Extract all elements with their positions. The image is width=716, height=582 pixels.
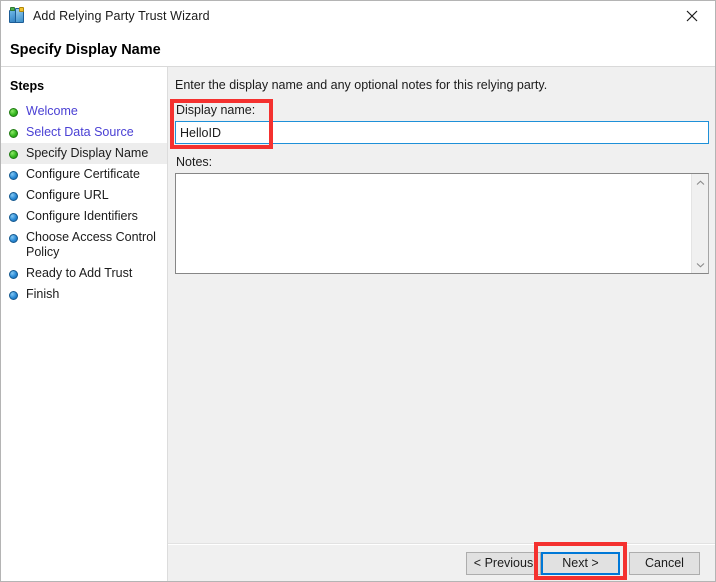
step-bullet-icon xyxy=(9,171,18,180)
step-bullet-icon xyxy=(9,270,18,279)
sidebar-step-label: Configure Certificate xyxy=(26,167,140,181)
notes-scrollbar[interactable] xyxy=(691,174,708,273)
step-bullet-icon xyxy=(9,150,18,159)
sidebar-step-label: Configure URL xyxy=(26,188,109,202)
steps-heading: Steps xyxy=(10,79,45,93)
step-bullet-icon xyxy=(9,213,18,222)
sidebar-step-label: Finish xyxy=(26,287,60,301)
sidebar-step-label: Choose Access Control Policy xyxy=(26,230,156,259)
title-bar: Add Relying Party Trust Wizard xyxy=(1,1,715,31)
step-bullet-icon xyxy=(9,291,18,300)
wizard-app-icon xyxy=(9,7,27,25)
instruction-text: Enter the display name and any optional … xyxy=(175,78,548,92)
sidebar-step-finish: Finish xyxy=(1,284,167,305)
content-panel: Enter the display name and any optional … xyxy=(168,67,715,581)
chevron-down-icon[interactable] xyxy=(692,256,708,273)
page-title: Specify Display Name xyxy=(10,42,161,58)
step-bullet-icon xyxy=(9,192,18,201)
sidebar-step-configure-certificate: Configure Certificate xyxy=(1,164,167,185)
notes-label: Notes: xyxy=(176,155,213,169)
button-bar: < Previous Next > Cancel xyxy=(168,545,715,581)
wizard-window: Add Relying Party Trust Wizard Specify D… xyxy=(0,0,716,582)
window-title: Add Relying Party Trust Wizard xyxy=(33,9,210,23)
steps-panel: Steps Welcome Select Data Source Specify D… xyxy=(1,67,167,581)
sidebar-step-label: Specify Display Name xyxy=(26,146,149,160)
page-header: Specify Display Name xyxy=(1,31,715,67)
previous-button[interactable]: < Previous xyxy=(466,552,541,575)
notes-textarea[interactable] xyxy=(175,173,709,274)
steps-list: Welcome Select Data Source Specify Display… xyxy=(1,101,167,305)
sidebar-step-specify-display-name: Specify Display Name xyxy=(1,143,167,164)
display-name-label: Display name: xyxy=(176,103,256,117)
sidebar-step-label: Select Data Source xyxy=(26,125,134,139)
sidebar-step-label: Configure Identifiers xyxy=(26,209,138,223)
next-button[interactable]: Next > xyxy=(541,552,620,575)
step-bullet-icon xyxy=(9,234,18,243)
sidebar-step-label: Ready to Add Trust xyxy=(26,266,133,280)
sidebar-step-ready-to-add-trust: Ready to Add Trust xyxy=(1,263,167,284)
sidebar-step-select-data-source[interactable]: Select Data Source xyxy=(1,122,167,143)
display-name-input[interactable] xyxy=(175,121,709,144)
notes-scrollbar-track[interactable] xyxy=(692,191,708,256)
sidebar-step-configure-url: Configure URL xyxy=(1,185,167,206)
cancel-button[interactable]: Cancel xyxy=(629,552,700,575)
sidebar-step-configure-identifiers: Configure Identifiers xyxy=(1,206,167,227)
sidebar-step-welcome[interactable]: Welcome xyxy=(1,101,167,122)
step-bullet-icon xyxy=(9,108,18,117)
sidebar-step-choose-access-control-policy: Choose Access Control Policy xyxy=(1,227,167,263)
close-icon[interactable] xyxy=(669,1,715,31)
sidebar-step-label: Welcome xyxy=(26,104,78,118)
step-bullet-icon xyxy=(9,129,18,138)
chevron-up-icon[interactable] xyxy=(692,174,708,191)
